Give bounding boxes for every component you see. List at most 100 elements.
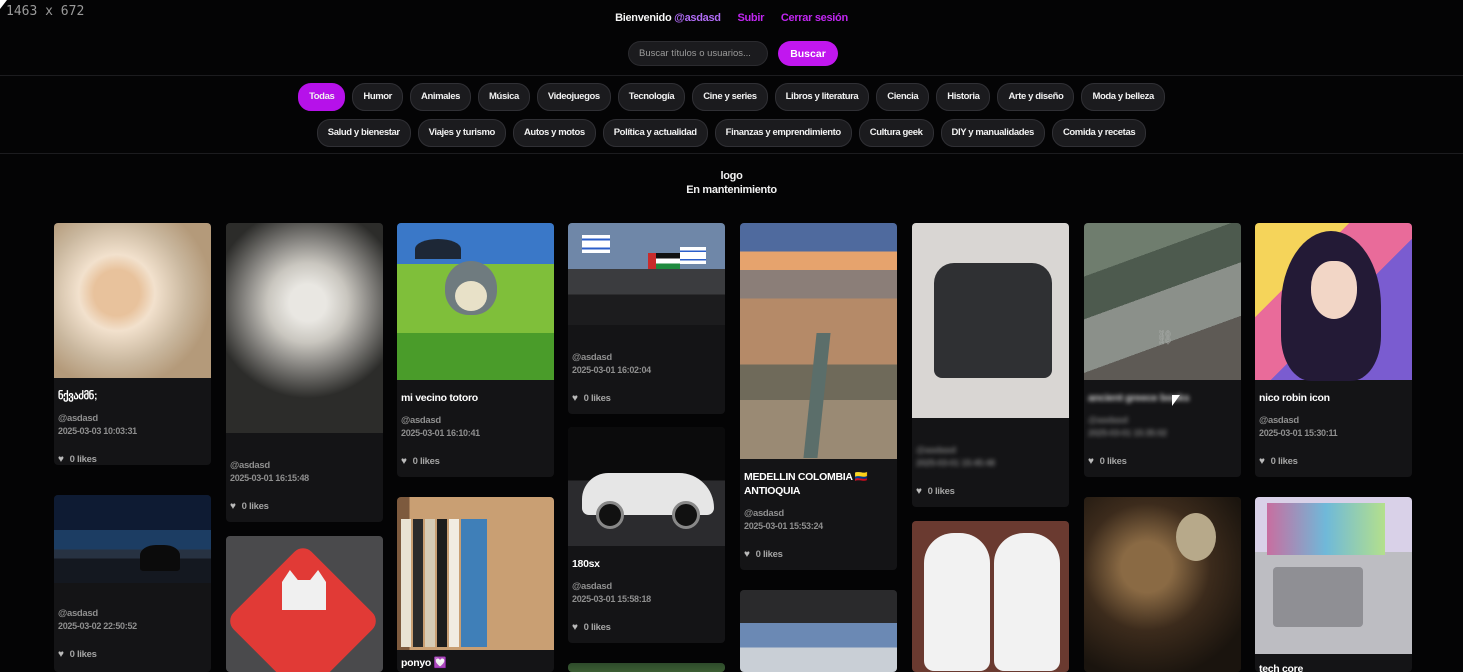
post-author[interactable]: @asdasd	[916, 445, 1064, 456]
post-author[interactable]: @asdasd	[58, 413, 206, 424]
post-card[interactable]: tech core	[1255, 497, 1412, 672]
post-card[interactable]	[740, 590, 897, 672]
post-image[interactable]	[1084, 497, 1241, 672]
post-card[interactable]: ponyo 💟	[397, 497, 554, 672]
post-card[interactable]: @asdasd 2025-03-01 16:15:48 ♥ 0 likes	[226, 223, 383, 522]
post-title[interactable]: ნქვაძმნ;	[58, 389, 206, 403]
category-chip-ciencia[interactable]: Ciencia	[876, 83, 930, 111]
post-image[interactable]	[54, 495, 211, 583]
category-chip-todas[interactable]: Todas	[298, 83, 346, 111]
post-image[interactable]	[568, 223, 725, 325]
post-card[interactable]: ნქვაძმნ; @asdasd 2025-03-03 10:03:31 ♥ 0 …	[54, 223, 211, 465]
category-chip-autos[interactable]: Autos y motos	[512, 119, 596, 147]
post-author[interactable]: @asdasd	[572, 581, 720, 592]
category-chip-historia[interactable]: Historia	[936, 83, 991, 111]
like-button[interactable]: ♥ 0 likes	[1259, 456, 1407, 467]
post-card[interactable]: @asdasd 2025-03-01 16:02:04 ♥ 0 likes	[568, 223, 725, 414]
post-image[interactable]: ⛓	[1084, 223, 1241, 380]
post-card[interactable]	[568, 663, 725, 672]
like-button[interactable]: ♥ 0 likes	[572, 622, 720, 633]
post-title[interactable]: ponyo 💟	[401, 656, 549, 670]
post-card[interactable]: @asdasd 2025-03-01 15:45:48 ♥ 0 likes	[912, 223, 1069, 507]
post-author[interactable]: @asdasd	[1088, 415, 1236, 426]
post-image[interactable]	[568, 427, 725, 546]
category-chip-musica[interactable]: Música	[478, 83, 530, 111]
post-card[interactable]	[226, 536, 383, 672]
post-card[interactable]	[1084, 497, 1241, 672]
search-bar: Buscar	[628, 41, 838, 66]
post-image[interactable]	[1255, 223, 1412, 381]
category-chip-tecnologia[interactable]: Tecnología	[617, 83, 686, 111]
category-row-1: Todas Humor Animales Música Videojuegos …	[0, 83, 1463, 111]
category-chip-comida[interactable]: Comida y recetas	[1051, 119, 1147, 147]
search-button[interactable]: Buscar	[778, 41, 838, 66]
like-count: 0 likes	[1270, 456, 1298, 467]
category-chip-arte[interactable]: Arte y diseño	[997, 83, 1075, 111]
like-button[interactable]: ♥ 0 likes	[58, 454, 206, 465]
post-author[interactable]: @asdasd	[744, 508, 892, 519]
post-author[interactable]: @asdasd	[230, 460, 378, 471]
like-button[interactable]: ♥ 0 likes	[916, 486, 1064, 497]
upload-link[interactable]: Subir	[737, 12, 764, 24]
like-count: 0 likes	[755, 549, 783, 560]
like-button[interactable]: ♥ 0 likes	[572, 393, 720, 404]
post-title[interactable]: tech core	[1259, 662, 1407, 672]
category-chip-diy[interactable]: DIY y manualidades	[940, 119, 1045, 147]
category-chip-videojuegos[interactable]: Videojuegos	[536, 83, 611, 111]
category-chip-libros[interactable]: Libros y literatura	[774, 83, 870, 111]
search-input[interactable]	[628, 41, 768, 66]
post-author[interactable]: @asdasd	[572, 352, 720, 363]
logout-link[interactable]: Cerrar sesión	[781, 12, 848, 24]
category-chip-viajes[interactable]: Viajes y turismo	[417, 119, 506, 147]
category-chip-finanzas[interactable]: Finanzas y emprendimiento	[714, 119, 852, 147]
post-image[interactable]	[397, 497, 554, 650]
post-title[interactable]: nico robin icon	[1259, 391, 1407, 405]
like-button[interactable]: ♥ 0 likes	[1088, 456, 1236, 467]
post-image[interactable]	[397, 223, 554, 380]
post-author[interactable]: @asdasd	[58, 608, 206, 619]
post-image[interactable]	[912, 521, 1069, 672]
post-image[interactable]	[226, 223, 383, 433]
like-count: 0 likes	[927, 486, 955, 497]
category-chip-cine-y-series[interactable]: Cine y series	[692, 83, 768, 111]
post-image[interactable]	[740, 590, 897, 672]
post-title[interactable]: ancient greece books	[1088, 391, 1236, 405]
post-image[interactable]	[568, 663, 725, 672]
heart-icon: ♥	[58, 649, 64, 660]
post-author[interactable]: @asdasd	[401, 415, 549, 426]
category-chip-salud[interactable]: Salud y bienestar	[316, 119, 411, 147]
category-chip-cultura-geek[interactable]: Cultura geek	[858, 119, 934, 147]
post-author[interactable]: @asdasd	[1259, 415, 1407, 426]
post-card[interactable]: 180sx @asdasd 2025-03-01 15:58:18 ♥ 0 lik…	[568, 427, 725, 643]
like-button[interactable]: ♥ 0 likes	[58, 649, 206, 660]
post-image[interactable]	[912, 223, 1069, 418]
post-card[interactable]: ⛓ ancient greece books @asdasd 2025-03-0…	[1084, 223, 1241, 477]
post-title[interactable]: 180sx	[572, 557, 720, 571]
category-chip-humor[interactable]: Humor	[352, 83, 403, 111]
post-card[interactable]: @asdasd 2025-03-02 22:50:52 ♥ 0 likes	[54, 495, 211, 672]
category-chip-animales[interactable]: Animales	[409, 83, 472, 111]
post-card[interactable]	[912, 521, 1069, 672]
like-button[interactable]: ♥ 0 likes	[401, 456, 549, 467]
post-card[interactable]: mi vecino totoro @asdasd 2025-03-01 16:1…	[397, 223, 554, 477]
mouse-pointer-icon	[1172, 395, 1180, 406]
heart-icon: ♥	[230, 501, 236, 512]
post-card[interactable]: nico robin icon @asdasd 2025-03-01 15:30…	[1255, 223, 1412, 477]
post-date: 2025-03-03 10:03:31	[58, 426, 137, 436]
like-count: 0 likes	[583, 393, 611, 404]
post-title[interactable]: mi vecino totoro	[401, 391, 549, 405]
post-card[interactable]: MEDELLIN COLOMBIA 🇨🇴 ANTIOQUIA @asdasd 2…	[740, 223, 897, 570]
post-image[interactable]	[54, 223, 211, 378]
like-button[interactable]: ♥ 0 likes	[230, 501, 378, 512]
category-chip-politica[interactable]: Política y actualidad	[602, 119, 708, 147]
post-title[interactable]: MEDELLIN COLOMBIA 🇨🇴 ANTIOQUIA	[744, 470, 892, 498]
post-image[interactable]	[1255, 497, 1412, 654]
like-count: 0 likes	[583, 622, 611, 633]
post-image[interactable]	[740, 223, 897, 459]
like-button[interactable]: ♥ 0 likes	[744, 549, 892, 560]
category-chip-moda[interactable]: Moda y belleza	[1081, 83, 1165, 111]
current-username[interactable]: @asdasd	[674, 12, 721, 24]
heart-icon: ♥	[916, 486, 922, 497]
maintenance-notice: En mantenimiento	[686, 184, 777, 196]
post-image[interactable]	[226, 536, 383, 672]
